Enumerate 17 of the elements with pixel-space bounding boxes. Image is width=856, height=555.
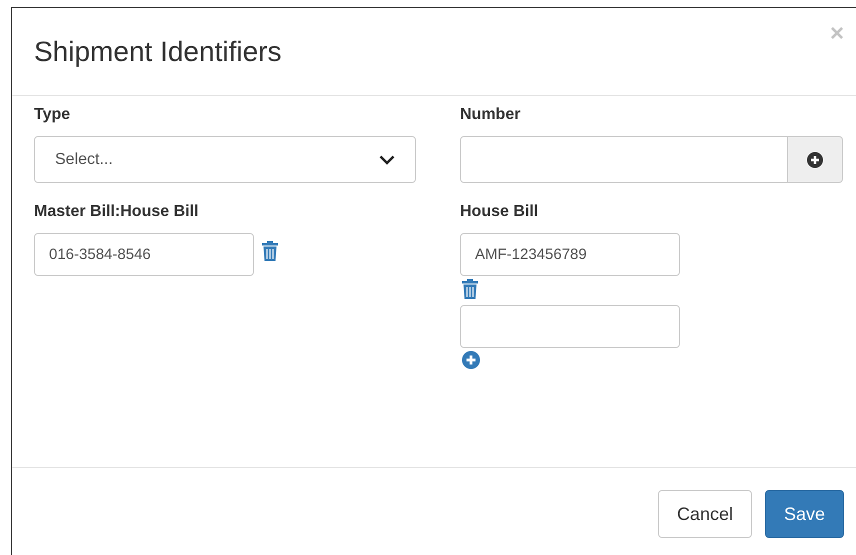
cancel-button[interactable]: Cancel <box>658 490 752 538</box>
chevron-down-icon <box>379 154 395 164</box>
type-select[interactable]: Select... <box>34 136 416 183</box>
input-field[interactable]: 016-3584-8546 <box>34 233 254 276</box>
field-label: House Bill <box>460 203 540 221</box>
field-label: Type <box>34 106 72 124</box>
input-field[interactable]: AMF-123456789 <box>460 233 680 276</box>
field-label: Master Bill:House Bill <box>34 203 200 221</box>
input-field[interactable] <box>460 305 680 348</box>
number-field[interactable] <box>460 136 788 183</box>
dialog-title: Shipment Identifiers <box>34 36 282 68</box>
add-icon[interactable] <box>807 152 823 168</box>
trash-icon[interactable] <box>262 241 278 261</box>
save-button[interactable]: Save <box>764 490 844 538</box>
trash-icon[interactable] <box>462 279 478 299</box>
field-label: Number <box>460 106 522 124</box>
add-button[interactable] <box>788 136 843 183</box>
